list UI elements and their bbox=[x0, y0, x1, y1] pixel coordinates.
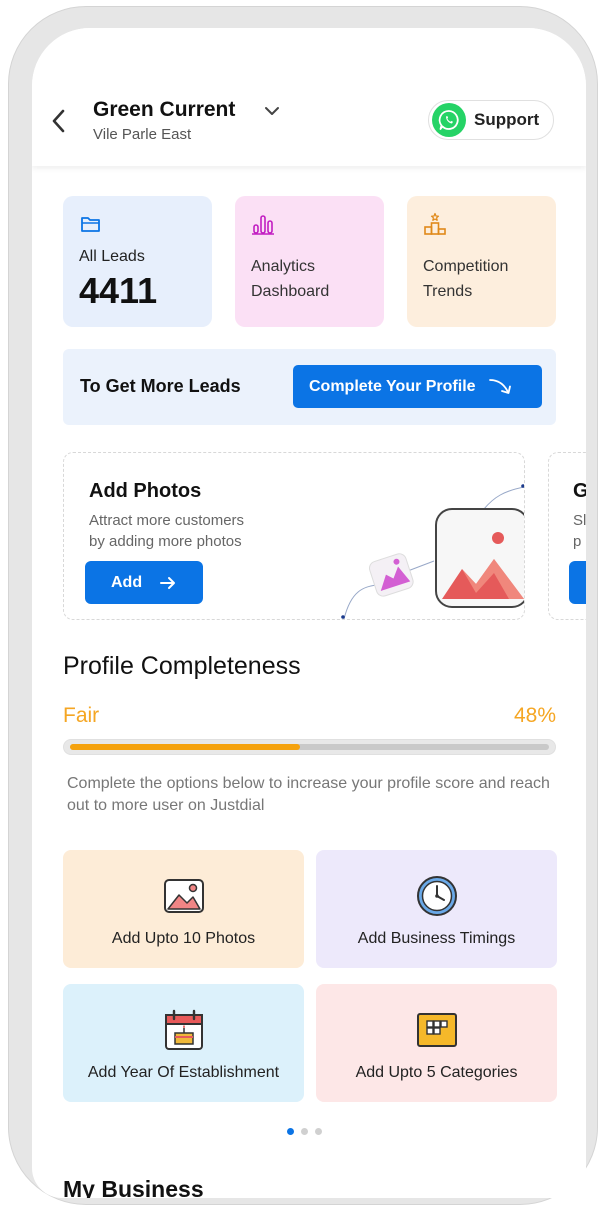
chevron-down-icon[interactable] bbox=[262, 103, 282, 119]
competition-label: Competition Trends bbox=[423, 258, 509, 300]
next-card-description: Sl p bbox=[573, 512, 586, 550]
whatsapp-icon bbox=[432, 103, 466, 137]
photo-gallery-illustration bbox=[341, 484, 524, 619]
completeness-progress-fill bbox=[70, 744, 300, 750]
pagination-dot[interactable] bbox=[287, 1128, 294, 1135]
add-timings-option[interactable]: Add Business Timings bbox=[316, 850, 557, 968]
next-card-button[interactable] bbox=[569, 561, 586, 604]
complete-profile-label: Complete Your Profile bbox=[309, 377, 476, 395]
my-business-title: My Business bbox=[63, 1176, 204, 1198]
clock-icon bbox=[416, 876, 457, 916]
leads-count: 4411 bbox=[79, 270, 158, 311]
back-arrow-icon[interactable] bbox=[48, 106, 70, 136]
complete-profile-button[interactable]: Complete Your Profile bbox=[293, 365, 542, 408]
next-suggestion-card[interactable]: G Sl p bbox=[548, 452, 586, 620]
business-name[interactable]: Green Current bbox=[93, 98, 235, 122]
support-label: Support bbox=[474, 110, 540, 129]
pagination-dot[interactable] bbox=[315, 1128, 322, 1135]
more-leads-text: To Get More Leads bbox=[80, 376, 241, 396]
option-label: Add Upto 10 Photos bbox=[111, 930, 256, 947]
option-label: Add Business Timings bbox=[357, 930, 516, 947]
photo-icon bbox=[163, 879, 204, 913]
arrow-right-icon bbox=[160, 576, 176, 589]
completeness-progress-bar bbox=[63, 739, 556, 755]
option-label: Add Year Of Establishment bbox=[87, 1064, 280, 1081]
analytics-dashboard-card[interactable]: Analytics Dashboard bbox=[235, 196, 384, 327]
next-card-title: G bbox=[573, 480, 586, 502]
completeness-description: Complete the options below to increase y… bbox=[67, 775, 550, 814]
option-label: Add Upto 5 Categories bbox=[355, 1064, 518, 1081]
pagination-dot[interactable] bbox=[301, 1128, 308, 1135]
add-photos-button[interactable]: Add bbox=[85, 561, 203, 604]
podium-icon bbox=[424, 212, 446, 235]
bar-chart-icon bbox=[252, 215, 274, 235]
add-categories-option[interactable]: Add Upto 5 Categories bbox=[316, 984, 557, 1102]
add-photos-card: Add Photos Attract more customers by add… bbox=[63, 452, 525, 620]
business-location: Vile Parle East bbox=[93, 126, 192, 143]
add-year-option[interactable]: Add Year Of Establishment bbox=[63, 984, 304, 1102]
add-photos-title: Add Photos bbox=[89, 480, 202, 502]
completeness-level: Fair bbox=[63, 704, 100, 727]
folder-icon bbox=[81, 217, 100, 232]
calendar-cake-icon bbox=[164, 1009, 203, 1050]
top-header: Green Current Vile Parle East Support bbox=[32, 28, 586, 166]
app-screen: Green Current Vile Parle East Support Al… bbox=[32, 28, 586, 1198]
competition-trends-card[interactable]: Competition Trends bbox=[407, 196, 556, 327]
curved-arrow-icon bbox=[488, 378, 511, 394]
add-photos-description: Attract more customers by adding more ph… bbox=[89, 512, 245, 550]
analytics-label: Analytics Dashboard bbox=[251, 258, 330, 300]
add-photos-option[interactable]: Add Upto 10 Photos bbox=[63, 850, 304, 968]
categories-grid-icon bbox=[416, 1013, 457, 1047]
completeness-percent: 48% bbox=[513, 704, 556, 727]
profile-completeness-title: Profile Completeness bbox=[63, 652, 301, 680]
carousel-pagination bbox=[287, 1128, 322, 1135]
more-leads-banner: To Get More Leads Complete Your Profile bbox=[63, 349, 556, 425]
add-label: Add bbox=[111, 573, 143, 591]
support-button[interactable]: Support bbox=[428, 100, 554, 140]
all-leads-card[interactable]: All Leads 4411 bbox=[63, 196, 212, 327]
leads-label: All Leads bbox=[79, 248, 145, 265]
